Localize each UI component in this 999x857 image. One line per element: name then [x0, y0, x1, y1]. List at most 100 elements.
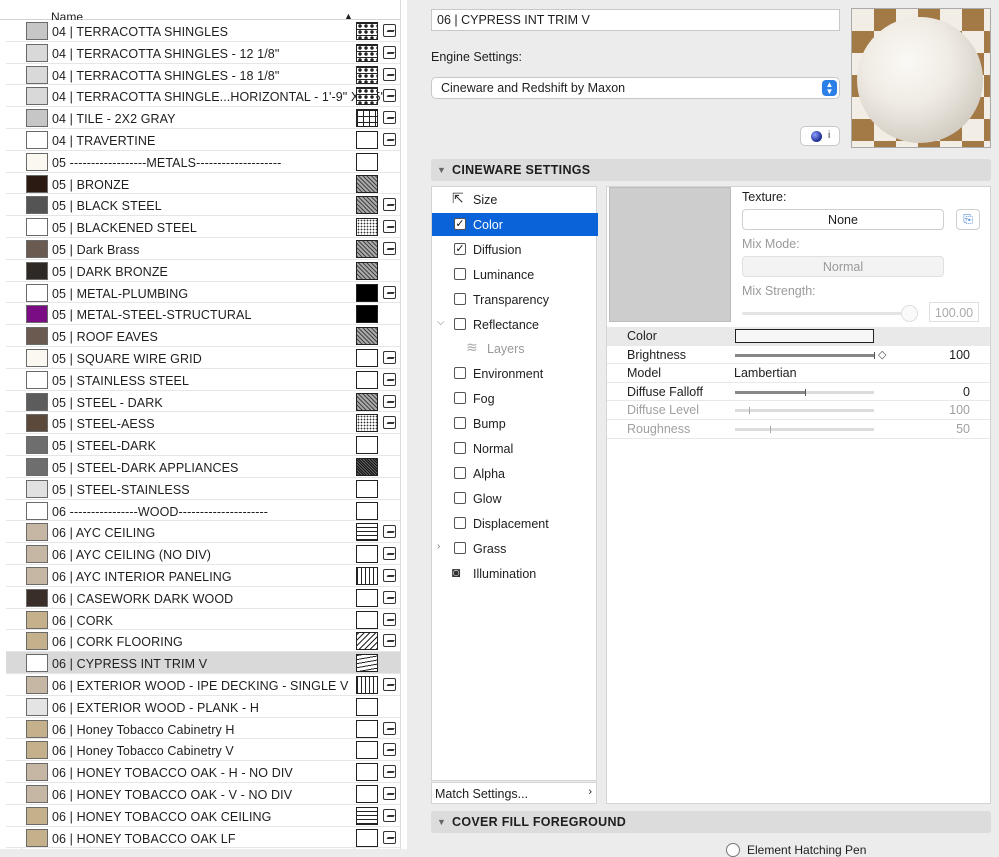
- material-row[interactable]: 06 | CASEWORK DARK WOOD: [6, 586, 400, 609]
- material-row[interactable]: 05 | STEEL-AESS: [6, 412, 400, 435]
- material-row[interactable]: 04 | TRAVERTINE: [6, 129, 400, 151]
- material-row[interactable]: 05 | STAINLESS STEEL: [6, 368, 400, 391]
- material-row[interactable]: 05 | STEEL-DARK APPLIANCES: [6, 456, 400, 478]
- material-row[interactable]: 04 | TERRACOTTA SHINGLE...HORIZONTAL - 1…: [6, 85, 400, 108]
- channel-diffusion[interactable]: ✓ Diffusion: [432, 238, 598, 261]
- material-row[interactable]: 05 | DARK BRONZE: [6, 259, 400, 282]
- channel-size[interactable]: ⇱ Size: [432, 188, 598, 211]
- channel-checkbox[interactable]: [454, 292, 466, 305]
- cinema4d-info-button[interactable]: i: [800, 126, 840, 146]
- material-row[interactable]: 05 | STEEL-STAINLESS: [6, 477, 400, 500]
- material-row[interactable]: 04 | TERRACOTTA SHINGLES - 12 1/8": [6, 41, 400, 64]
- prop-value[interactable]: 100: [949, 348, 970, 362]
- mix-strength-knob[interactable]: [901, 305, 918, 322]
- prop-value[interactable]: 0: [963, 385, 970, 399]
- cineware-settings-header[interactable]: ▼ CINEWARE SETTINGS: [431, 159, 991, 181]
- cover-fill-header[interactable]: ▼ COVER FILL FOREGROUND: [431, 811, 991, 833]
- material-row[interactable]: 05 | ROOF EAVES: [6, 325, 400, 347]
- material-row[interactable]: 06 | HONEY TOBACCO OAK - V - NO DIV: [6, 783, 400, 805]
- keyframe-diamond-icon[interactable]: ◇: [878, 348, 886, 361]
- material-row[interactable]: 06 | HONEY TOBACCO OAK CEILING: [6, 804, 400, 827]
- fill-pattern-icon: [356, 414, 378, 433]
- material-name-field[interactable]: 06 | CYPRESS INT TRIM V: [431, 9, 840, 31]
- channel-displacement[interactable]: Displacement: [432, 512, 598, 535]
- channel-checkbox[interactable]: ✓: [454, 217, 466, 230]
- material-row[interactable]: 06 | Honey Tobacco Cabinetry V: [6, 739, 400, 762]
- value-slider[interactable]: [735, 351, 875, 359]
- material-row[interactable]: 06 | Honey Tobacco Cabinetry H: [6, 717, 400, 740]
- collapse-triangle-icon[interactable]: ▼: [437, 165, 446, 175]
- material-row[interactable]: 04 | TILE - 2X2 GRAY: [6, 107, 400, 129]
- material-row[interactable]: 06 | CYPRESS INT TRIM V: [6, 652, 400, 674]
- material-row[interactable]: 04 | TERRACOTTA SHINGLES: [6, 20, 400, 42]
- channel-checkbox[interactable]: [454, 516, 466, 529]
- model-value[interactable]: Lambertian: [734, 366, 797, 380]
- material-row[interactable]: 05 | BLACK STEEL: [6, 194, 400, 217]
- engine-select[interactable]: Cineware and Redshift by Maxon ▲ ▼: [431, 77, 840, 99]
- element-hatching-radio[interactable]: [726, 843, 740, 857]
- value-slider[interactable]: [735, 388, 874, 396]
- material-row[interactable]: 06 | EXTERIOR WOOD - IPE DECKING - SINGL…: [6, 674, 400, 696]
- collapse-triangle-icon[interactable]: ▼: [437, 817, 446, 827]
- material-row[interactable]: 05 | METAL-STEEL-STRUCTURAL: [6, 303, 400, 326]
- material-row[interactable]: 05 | STEEL - DARK: [6, 390, 400, 413]
- channel-reflectance[interactable]: ⌵ Reflectance: [432, 313, 598, 336]
- slider-handle[interactable]: [874, 351, 875, 359]
- channel-luminance[interactable]: Luminance: [432, 263, 598, 286]
- material-row[interactable]: 05 ------------------METALS-------------…: [6, 150, 400, 173]
- channel-illumination[interactable]: ◙ Illumination: [432, 562, 598, 585]
- channel-checkbox[interactable]: [454, 367, 466, 380]
- color-preview-swatch[interactable]: [609, 187, 731, 322]
- fill-pattern-icon: [356, 806, 378, 825]
- material-row[interactable]: 06 | HONEY TOBACCO OAK - H - NO DIV: [6, 761, 400, 783]
- channel-checkbox[interactable]: ✓: [454, 242, 466, 255]
- material-row[interactable]: 05 | Dark Brass: [6, 238, 400, 260]
- material-row[interactable]: 05 | METAL-PLUMBING: [6, 281, 400, 304]
- channel-checkbox[interactable]: [454, 466, 466, 479]
- chevron-right-icon[interactable]: ›: [437, 541, 440, 552]
- material-row[interactable]: 06 | AYC INTERIOR PANELING: [6, 565, 400, 587]
- material-row[interactable]: 06 ----------------WOOD-----------------…: [6, 499, 400, 522]
- mix-mode-select[interactable]: Normal: [742, 256, 944, 277]
- color-picker-field[interactable]: [735, 329, 874, 343]
- channel-checkbox[interactable]: [454, 491, 466, 504]
- material-row[interactable]: 05 | SQUARE WIRE GRID: [6, 347, 400, 369]
- channel-layers[interactable]: ≋ Layers: [432, 337, 598, 360]
- material-row[interactable]: 06 | AYC CEILING (NO DIV): [6, 543, 400, 565]
- chevron-updown-icon[interactable]: ▲ ▼: [822, 80, 837, 96]
- slider-handle[interactable]: [804, 388, 806, 396]
- channel-alpha[interactable]: Alpha: [432, 462, 598, 485]
- channel-color[interactable]: ✓ Color: [432, 212, 598, 236]
- channel-transparency[interactable]: Transparency: [432, 288, 598, 311]
- chevron-down-icon[interactable]: ⌵: [437, 317, 445, 328]
- match-settings-button[interactable]: Match Settings... ›: [431, 782, 597, 804]
- list-header[interactable]: Name ▲: [0, 0, 400, 24]
- material-row[interactable]: 06 | EXTERIOR WOOD - PLANK - H: [6, 695, 400, 718]
- channel-checkbox[interactable]: [454, 392, 466, 405]
- channel-checkbox[interactable]: [454, 417, 466, 430]
- channel-checkbox[interactable]: [454, 317, 466, 330]
- material-row[interactable]: 04 | TERRACOTTA SHINGLES - 18 1/8": [6, 63, 400, 86]
- material-row[interactable]: 05 | STEEL-DARK: [6, 434, 400, 456]
- channel-fog[interactable]: Fog: [432, 387, 598, 410]
- texture-button[interactable]: None: [742, 209, 944, 230]
- color-swatch: [26, 87, 48, 106]
- channel-normal[interactable]: Normal: [432, 437, 598, 460]
- material-preview[interactable]: [851, 8, 991, 148]
- channel-bump[interactable]: Bump: [432, 412, 598, 435]
- mix-strength-slider[interactable]: [742, 312, 917, 315]
- channel-environment[interactable]: Environment: [432, 362, 598, 385]
- material-row[interactable]: 06 | CORK FLOORING: [6, 630, 400, 653]
- material-row[interactable]: 06 | HONEY TOBACCO OAK LF: [6, 826, 400, 849]
- channel-checkbox[interactable]: [454, 442, 466, 454]
- material-row[interactable]: 06 | AYC CEILING: [6, 521, 400, 544]
- channel-checkbox[interactable]: [454, 541, 466, 554]
- channel-glow[interactable]: Glow: [432, 487, 598, 510]
- mix-strength-field[interactable]: 100.00: [929, 302, 979, 322]
- material-row[interactable]: 05 | BRONZE: [6, 172, 400, 195]
- channel-grass[interactable]: › Grass: [432, 537, 598, 560]
- material-row[interactable]: 05 | BLACKENED STEEL: [6, 216, 400, 238]
- material-row[interactable]: 06 | CORK: [6, 608, 400, 631]
- load-texture-icon[interactable]: ⎘: [956, 209, 980, 230]
- channel-checkbox[interactable]: [454, 267, 466, 280]
